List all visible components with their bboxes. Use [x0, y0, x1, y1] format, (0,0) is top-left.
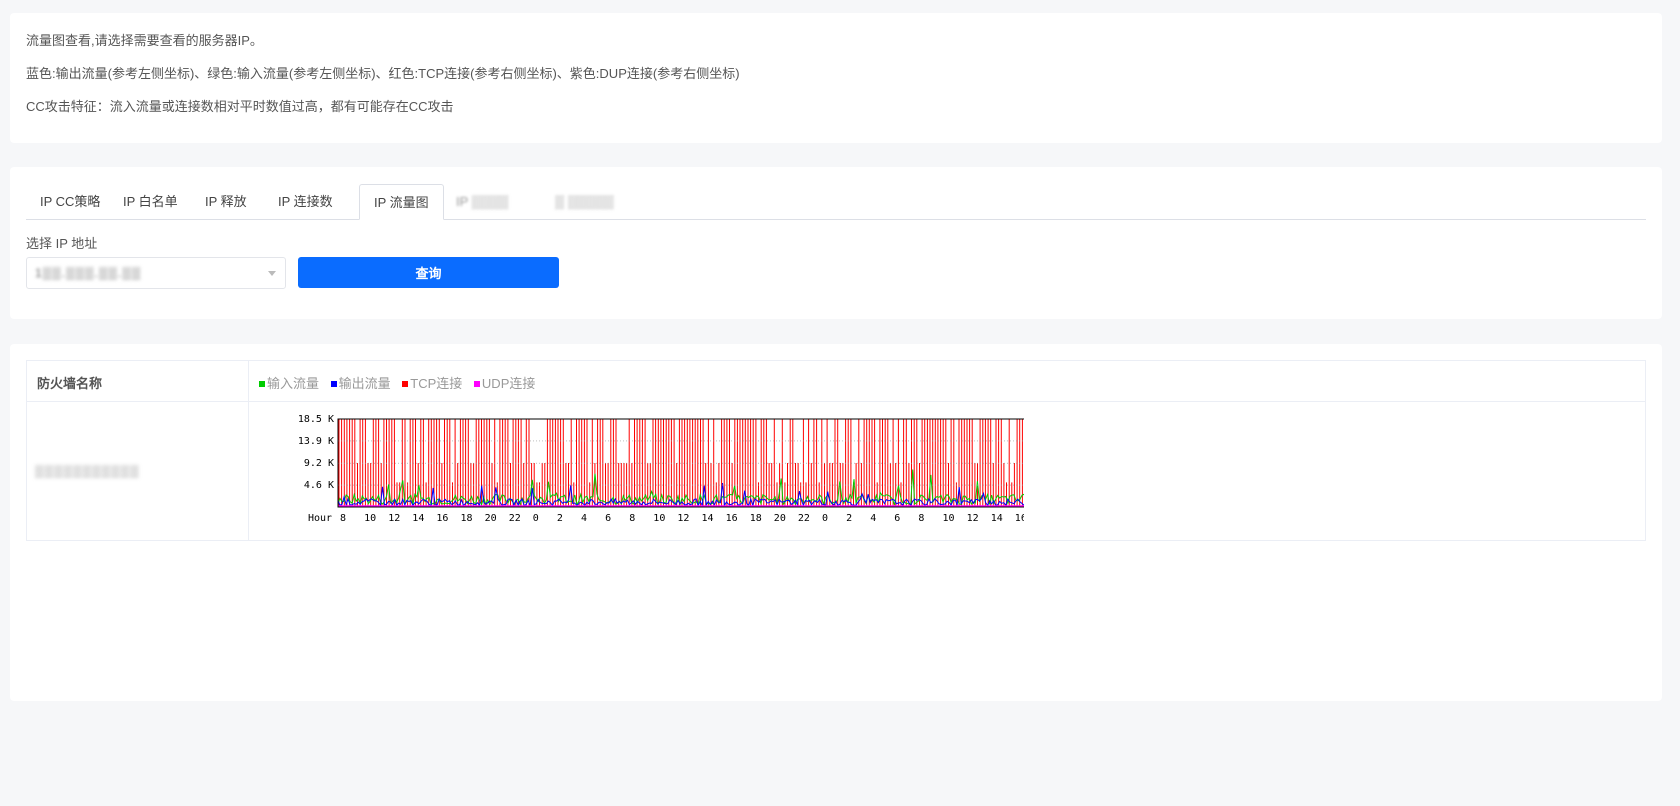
- firewall-name-cell: ▒▒▒▒▒▒▒▒▒▒▒: [35, 464, 140, 478]
- x-tick-label: 18: [750, 513, 762, 524]
- x-tick-label: 22: [509, 513, 521, 524]
- x-tick-label: 14: [412, 513, 424, 524]
- x-tick-label: 14: [702, 513, 714, 524]
- x-tick-label: 12: [677, 513, 689, 524]
- x-tick-label: 22: [798, 513, 810, 524]
- firewall-name-header: 防火墙名称: [37, 376, 103, 391]
- tab-ip-traffic-chart[interactable]: IP 流量图: [359, 184, 444, 220]
- x-tick-label: 16: [436, 513, 448, 524]
- info-color-legend-text: 蓝色:输出流量(参考左侧坐标)、绿色:输入流量(参考左侧坐标)、红色:TCP连接…: [26, 66, 740, 81]
- y-left-tick-label: 9.2 K: [304, 458, 334, 469]
- y-left-tick-label: 13.9 K: [298, 436, 334, 447]
- firewall-table: 防火墙名称 输入流量 输出流量 TCP连接 UDP连接 ▒▒▒▒▒▒▒▒▒▒▒ …: [26, 360, 1646, 541]
- x-tick-label: 20: [774, 513, 786, 524]
- x-tick-label: 12: [388, 513, 400, 524]
- y-left-tick-label: 4.6 K: [304, 480, 334, 491]
- ip-select-label: 选择 IP 地址: [26, 236, 98, 251]
- x-tick-label: 8: [918, 513, 924, 524]
- x-tick-label: 2: [846, 513, 852, 524]
- x-tick-label: 10: [364, 513, 376, 524]
- x-tick-label: 10: [943, 513, 955, 524]
- x-tick-label: 12: [967, 513, 979, 524]
- legend-item-tcp: TCP连接: [402, 376, 462, 391]
- query-card: IP CC策略 IP 白名单 IP 释放 IP 连接数 IP 流量图 IP ▒▒…: [10, 167, 1662, 319]
- legend-swatch-output: [330, 381, 337, 387]
- x-tick-label: 8: [340, 513, 346, 524]
- column-divider: [248, 361, 249, 540]
- x-tick-label: 16: [726, 513, 738, 524]
- info-cc-attack-text: CC攻击特征：流入流量或连接数相对平时数值过高，都有可能存在CC攻击: [26, 99, 454, 114]
- x-tick-label: 4: [581, 513, 587, 524]
- chevron-down-icon: [268, 271, 276, 276]
- x-tick-label: 16: [1015, 513, 1024, 524]
- ip-address-select[interactable]: 1▒▒.▒▒▒.▒▒.▒▒: [26, 257, 286, 289]
- info-card: 流量图查看,请选择需要查看的服务器IP。 蓝色:输出流量(参考左侧坐标)、绿色:…: [10, 13, 1662, 143]
- x-tick-label: 8: [629, 513, 635, 524]
- legend-item-input: 输入流量: [259, 376, 319, 391]
- tab-ip-connections[interactable]: IP 连接数: [264, 184, 347, 219]
- chart-legend: 输入流量 输出流量 TCP连接 UDP连接: [259, 373, 543, 392]
- x-tick-label: 14: [991, 513, 1003, 524]
- traffic-card: 防火墙名称 输入流量 输出流量 TCP连接 UDP连接 ▒▒▒▒▒▒▒▒▒▒▒ …: [10, 344, 1662, 701]
- x-tick-label: 0: [822, 513, 828, 524]
- y-left-tick-label: 18.5 K: [298, 414, 334, 425]
- x-tick-label: 20: [485, 513, 497, 524]
- x-tick-label: 10: [653, 513, 665, 524]
- legend-item-udp: UDP连接: [473, 376, 535, 391]
- legend-swatch-input: [259, 381, 265, 387]
- x-tick-label: 6: [894, 513, 900, 524]
- tab-hidden-1[interactable]: IP ▒▒▒▒: [442, 184, 523, 219]
- tab-ip-whitelist[interactable]: IP 白名单: [109, 184, 192, 219]
- traffic-chart: 18.5 K113.9 K09.2 K04.6 K0Hour8101214161…: [298, 414, 1024, 524]
- tab-ip-release[interactable]: IP 释放: [191, 184, 261, 219]
- legend-item-output: 输出流量: [330, 376, 391, 391]
- ip-select-value: 1▒▒.▒▒▒.▒▒.▒▒: [35, 266, 142, 280]
- x-tick-label: 6: [605, 513, 611, 524]
- x-tick-label: 4: [870, 513, 876, 524]
- tab-ip-cc-policy[interactable]: IP CC策略: [26, 184, 114, 219]
- x-axis-label: Hour: [308, 513, 332, 524]
- legend-swatch-tcp: [402, 381, 409, 387]
- legend-swatch-udp: [473, 381, 480, 387]
- info-intro-text: 流量图查看,请选择需要查看的服务器IP。: [26, 33, 263, 48]
- x-tick-label: 18: [461, 513, 473, 524]
- tab-hidden-2[interactable]: ▒ ▒▒▒▒▒: [541, 184, 628, 219]
- tab-bar: IP CC策略 IP 白名单 IP 释放 IP 连接数 IP 流量图 IP ▒▒…: [26, 184, 1646, 220]
- x-tick-label: 0: [533, 513, 539, 524]
- query-button[interactable]: 查询: [298, 257, 559, 288]
- x-tick-label: 2: [557, 513, 563, 524]
